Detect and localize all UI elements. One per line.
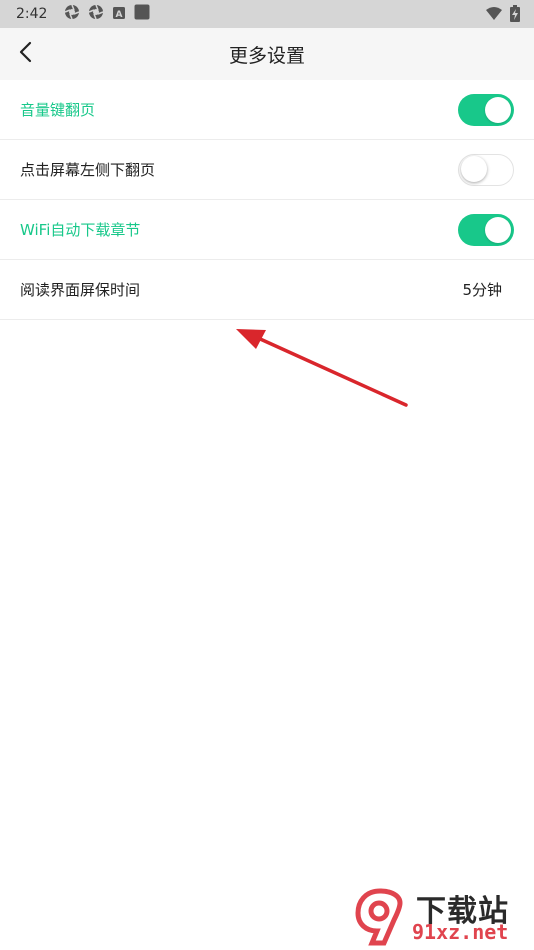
setting-row-wifi-auto-download[interactable]: WiFi自动下载章节: [0, 200, 534, 260]
setting-label: 阅读界面屏保时间: [20, 281, 141, 299]
watermark-url: 91xz.net: [412, 920, 509, 944]
setting-label: WiFi自动下载章节: [20, 221, 141, 239]
battery-charging-icon: [510, 5, 520, 26]
setting-row-screensaver-time[interactable]: 阅读界面屏保时间 5分钟: [0, 260, 534, 320]
a-box-icon: A: [112, 5, 126, 24]
wifi-icon: [486, 6, 502, 25]
square-icon: [134, 4, 150, 24]
chevron-left-icon: [16, 40, 36, 68]
tap-left-page-down-toggle[interactable]: [458, 153, 514, 186]
screensaver-time-value[interactable]: 5分钟: [462, 279, 502, 300]
setting-label: 点击屏幕左侧下翻页: [20, 161, 156, 179]
shutter-icon: [88, 4, 104, 24]
setting-row-tap-left-page-down[interactable]: 点击屏幕左侧下翻页: [0, 140, 534, 200]
setting-label: 音量键翻页: [20, 101, 96, 119]
watermark-emblem-icon: [355, 888, 403, 946]
setting-row-volume-key-page-turn[interactable]: 音量键翻页: [0, 80, 534, 140]
back-button[interactable]: [12, 40, 40, 68]
shutter-icon: [64, 4, 80, 24]
settings-list: 音量键翻页 点击屏幕左侧下翻页 WiFi自动下载章节 阅读界面屏保时间 5分钟: [0, 80, 534, 320]
volume-key-page-turn-toggle[interactable]: [458, 93, 514, 126]
status-bar: 2:42 A: [0, 0, 534, 28]
svg-text:A: A: [116, 10, 123, 20]
status-time: 2:42: [16, 6, 48, 22]
wifi-auto-download-toggle[interactable]: [458, 213, 514, 246]
toggle-knob: [485, 96, 511, 123]
toggle-knob: [485, 216, 511, 243]
watermark-logo: 下载站 91xz.net: [350, 886, 530, 946]
toggle-knob: [461, 156, 487, 182]
header: 更多设置: [0, 28, 534, 80]
page-title: 更多设置: [228, 44, 305, 67]
status-right: [486, 5, 520, 26]
